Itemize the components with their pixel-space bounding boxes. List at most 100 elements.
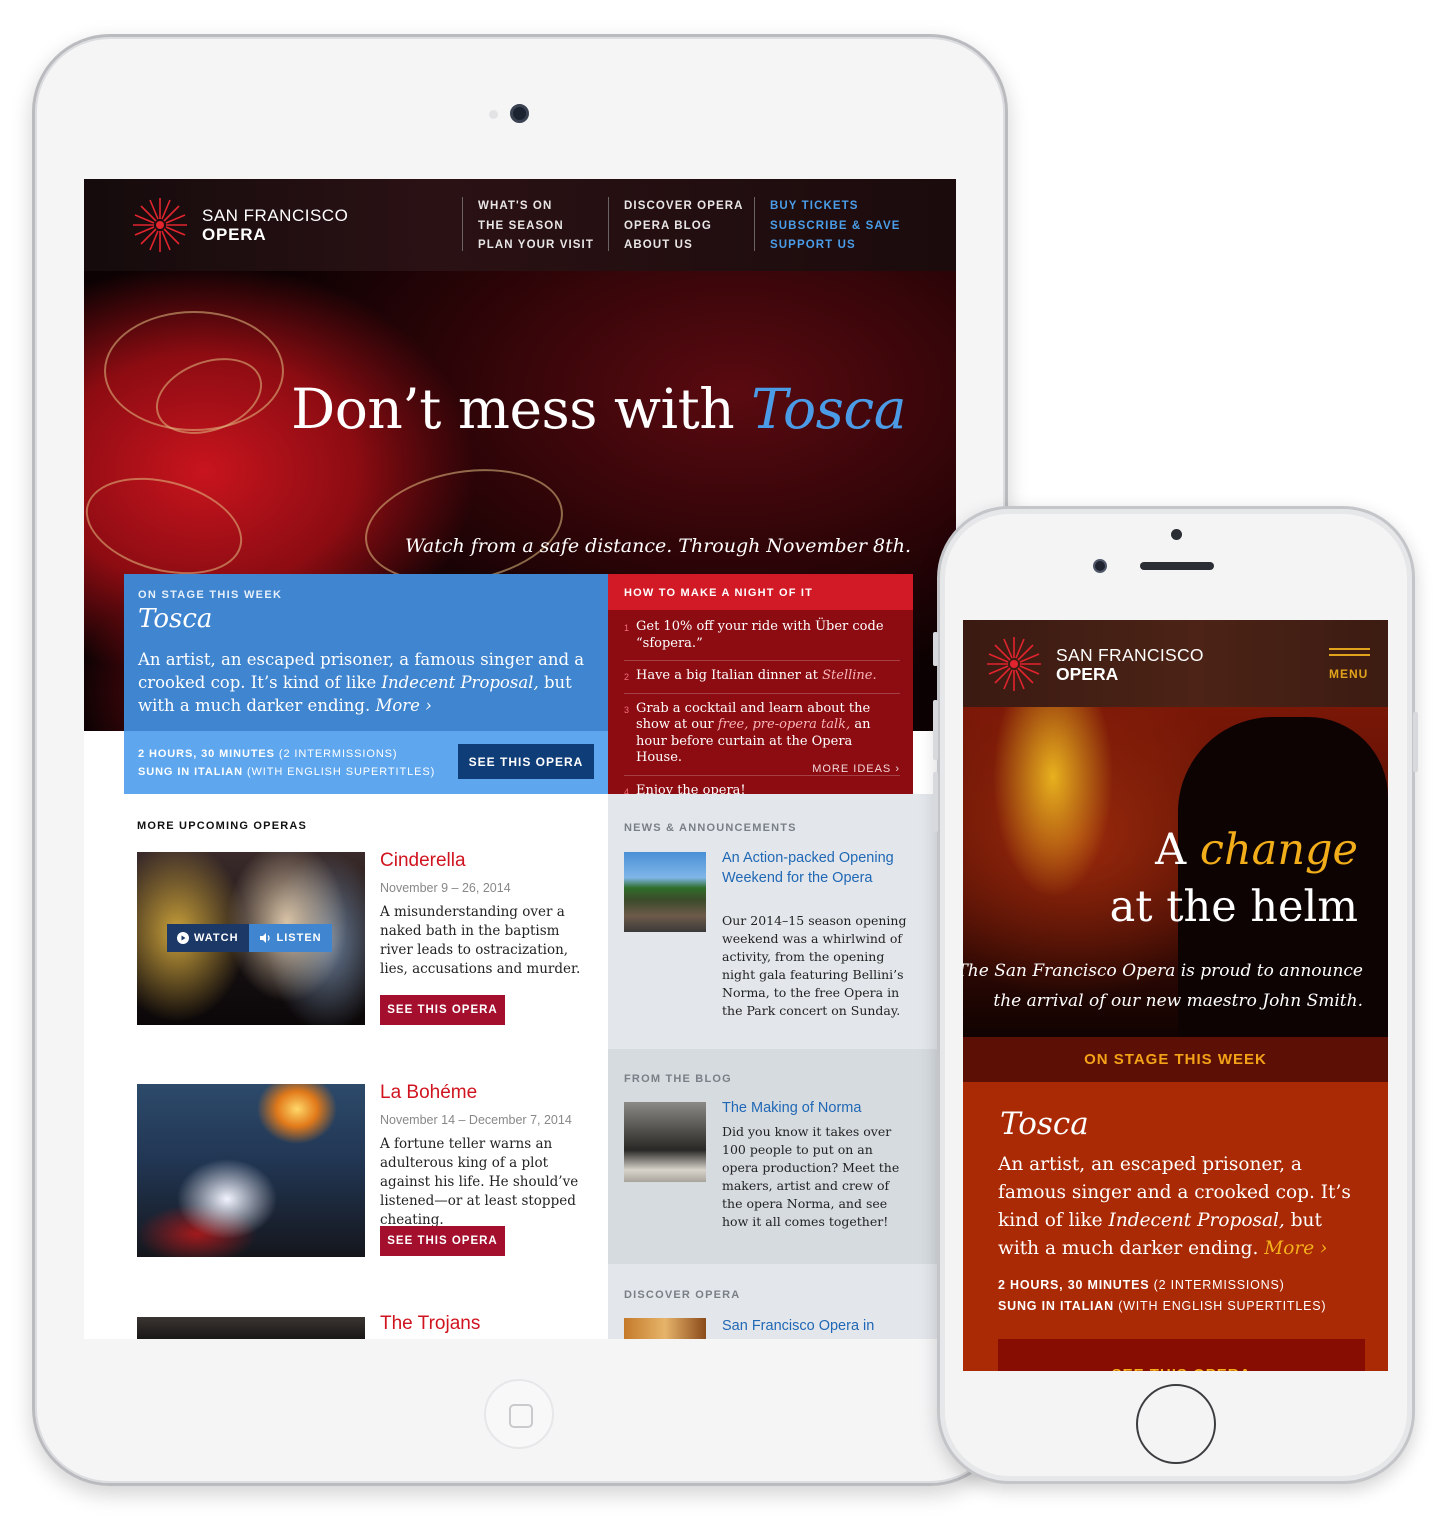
mobile-header: SAN FRANCISCO OPERA MENU xyxy=(963,620,1388,707)
opera-dates: November 9 – 26, 2014 xyxy=(380,881,511,895)
news-thumbnail[interactable] xyxy=(624,852,706,932)
opera-title[interactable]: The Trojans xyxy=(380,1313,480,1335)
hero-title-emphasis: Tosca xyxy=(751,377,906,441)
mobile-on-stage-description: An artist, an escaped prisoner, a famous… xyxy=(998,1151,1368,1263)
menu-button[interactable]: MENU xyxy=(1329,648,1373,688)
hero-title-emphasis: change xyxy=(1199,825,1358,875)
night-tip-item: 2 Have a big Italian dinner at Stelline. xyxy=(624,668,900,694)
nav-plan-your-visit[interactable]: PLAN YOUR VISIT xyxy=(478,236,594,256)
opera-title[interactable]: Cinderella xyxy=(380,850,466,872)
on-stage-kicker: ON STAGE THIS WEEK xyxy=(138,589,283,601)
meta-language: SUNG IN ITALIAN xyxy=(998,1299,1114,1313)
nav-subscribe-save[interactable]: SUBSCRIBE & SAVE xyxy=(770,217,901,237)
site-header: SAN FRANCISCO OPERA WHAT'S ON THE SEASON… xyxy=(84,179,956,271)
logo-line1: SAN FRANCISCO xyxy=(1056,645,1204,665)
nav-whats-on[interactable]: WHAT'S ON xyxy=(478,197,594,217)
phone-sensor xyxy=(1171,529,1182,540)
on-stage-card: ON STAGE THIS WEEK Tosca An artist, an e… xyxy=(124,574,608,794)
tablet-camera-icon xyxy=(510,104,529,123)
trojans-image[interactable] xyxy=(137,1317,365,1339)
hero-sub-line1: The San Francisco Opera is proud to anno… xyxy=(963,961,1363,981)
meta-duration: 2 HOURS, 30 MINUTES xyxy=(998,1278,1150,1292)
phone-home-button[interactable] xyxy=(1136,1384,1216,1464)
logo-line2: OPERA xyxy=(1056,664,1119,684)
mobile-hero-banner: A change at the helm The San Francisco O… xyxy=(963,707,1388,1037)
logo-burst-icon[interactable] xyxy=(984,634,1044,694)
blog-kicker: FROM THE BLOG xyxy=(624,1073,732,1085)
nav-discover-opera[interactable]: DISCOVER OPERA xyxy=(624,197,744,217)
phone-volume-up xyxy=(933,700,938,760)
mobile-see-this-opera-button[interactable]: SEE THIS OPERA xyxy=(998,1339,1365,1371)
media-controls: WATCH LISTEN xyxy=(167,924,332,952)
meta-duration: 2 HOURS, 30 MINUTES xyxy=(138,748,275,760)
nav-about-us[interactable]: ABOUT US xyxy=(624,236,744,256)
upcoming-kicker: MORE UPCOMING OPERAS xyxy=(137,820,308,832)
logo-text[interactable]: SAN FRANCISCO OPERA xyxy=(1056,646,1204,684)
mobile-on-stage-meta: 2 HOURS, 30 MINUTES (2 INTERMISSIONS) SU… xyxy=(998,1275,1326,1317)
mobile-on-stage-title: Tosca xyxy=(1000,1106,1089,1142)
blog-title[interactable]: The Making of Norma xyxy=(722,1099,902,1119)
hero-subtitle: Watch from a safe distance. Through Nove… xyxy=(405,535,911,557)
news-title[interactable]: An Action-packed Opening Weekend for the… xyxy=(722,849,902,888)
more-ideas-link[interactable]: MORE IDEAS › xyxy=(812,763,900,775)
phone-volume-down xyxy=(933,772,938,832)
tip-number: 2 xyxy=(624,672,630,682)
tip-text: Have a big Italian dinner at xyxy=(636,668,818,683)
hero-fabric-ornament xyxy=(84,461,253,591)
discover-kicker: DISCOVER OPERA xyxy=(624,1289,741,1301)
meta-intermissions: (2 INTERMISSIONS) xyxy=(1153,1278,1285,1292)
phone-speaker xyxy=(1140,562,1214,570)
night-tip-item: 1 Get 10% off your ride with Über code “s… xyxy=(624,619,900,661)
hero-title-a: A xyxy=(1155,825,1187,875)
meta-language: SUNG IN ITALIAN xyxy=(138,766,243,778)
nav-buy-tickets[interactable]: BUY TICKETS xyxy=(770,197,901,217)
tip-link[interactable]: Stelline. xyxy=(822,668,877,683)
opera-dates: November 14 – December 7, 2014 xyxy=(380,1113,572,1127)
mobile-more-link[interactable]: More › xyxy=(1264,1238,1327,1259)
tip-number: 3 xyxy=(624,704,630,715)
tablet-home-button[interactable] xyxy=(484,1379,554,1449)
play-icon xyxy=(177,932,189,944)
nav-column-3: BUY TICKETS SUBSCRIBE & SAVE SUPPORT US xyxy=(754,197,901,251)
on-stage-desc-em: Indecent Proposal, xyxy=(381,673,539,692)
night-tips-list: 1 Get 10% off your ride with Über code “s… xyxy=(624,619,900,814)
mobile-on-stage-bar: ON STAGE THIS WEEK xyxy=(963,1037,1388,1082)
logo-text[interactable]: SAN FRANCISCO OPERA xyxy=(202,206,348,244)
nav-the-season[interactable]: THE SEASON xyxy=(478,217,594,237)
see-opera-button[interactable]: SEE THIS OPERA xyxy=(380,1226,505,1256)
mobile-on-stage-card: Tosca An artist, an escaped prisoner, a … xyxy=(963,1082,1388,1371)
discover-title[interactable]: San Francisco Opera in xyxy=(722,1317,902,1337)
listen-button[interactable]: LISTEN xyxy=(248,924,332,952)
hamburger-icon xyxy=(1329,654,1370,656)
discover-thumbnail[interactable] xyxy=(624,1318,706,1339)
nav-opera-blog[interactable]: OPERA BLOG xyxy=(624,217,744,237)
night-tips-title: HOW TO MAKE A NIGHT OF IT xyxy=(624,587,814,599)
nav-column-2: DISCOVER OPERA OPERA BLOG ABOUT US xyxy=(608,197,744,251)
on-stage-more-link[interactable]: More › xyxy=(375,696,431,715)
listen-label: LISTEN xyxy=(276,932,322,944)
night-tips-header: HOW TO MAKE A NIGHT OF IT xyxy=(608,574,913,610)
blog-thumbnail[interactable] xyxy=(624,1102,706,1182)
logo-burst-icon[interactable] xyxy=(130,195,190,255)
see-this-opera-button[interactable]: SEE THIS OPERA xyxy=(458,744,594,779)
news-kicker: NEWS & ANNOUNCEMENTS xyxy=(624,822,797,834)
phone-screen: SAN FRANCISCO OPERA MENU A change at the… xyxy=(963,620,1388,1371)
nav-support-us[interactable]: SUPPORT US xyxy=(770,236,901,256)
news-description: Our 2014–15 season opening weekend was a… xyxy=(722,913,907,1018)
hero-title: Don’t mess with Tosca xyxy=(291,377,906,441)
desc-em: Indecent Proposal, xyxy=(1108,1210,1285,1231)
meta-supertitles: (WITH ENGLISH SUPERTITLES) xyxy=(246,766,436,778)
la-boheme-image[interactable] xyxy=(137,1084,365,1257)
phone-power-button xyxy=(1413,712,1418,772)
tablet-sensor xyxy=(489,110,498,119)
watch-button[interactable]: WATCH xyxy=(167,924,249,952)
see-opera-button[interactable]: SEE THIS OPERA xyxy=(380,995,505,1025)
speaker-icon xyxy=(259,933,270,943)
cinderella-image[interactable]: WATCH LISTEN xyxy=(137,852,365,1025)
hero-title-main: Don’t mess with xyxy=(291,377,735,441)
logo-line2: OPERA xyxy=(202,225,267,244)
hero-sub-line2: the arrival of our new maestro John Smit… xyxy=(993,991,1363,1011)
sidebar-column: NEWS & ANNOUNCEMENTS An Action-packed Op… xyxy=(608,794,956,1339)
tip-link[interactable]: free, pre-opera talk, xyxy=(718,717,850,732)
opera-title[interactable]: La Bohéme xyxy=(380,1082,477,1104)
